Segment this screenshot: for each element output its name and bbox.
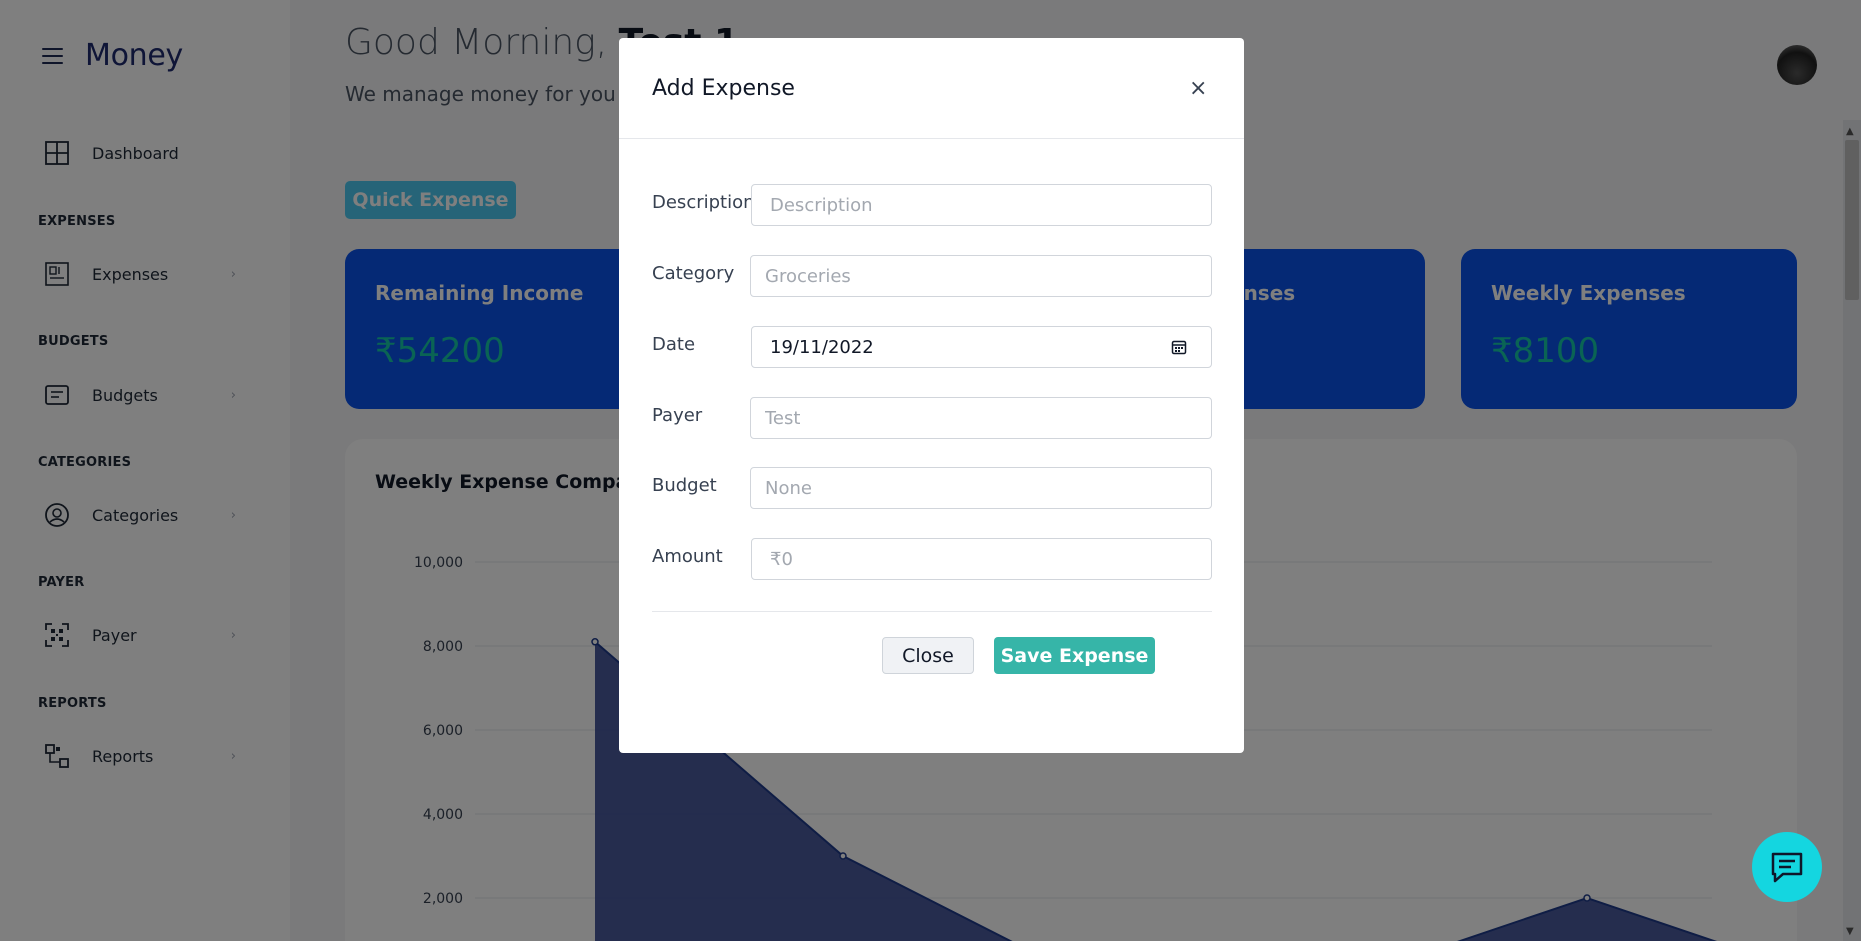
category-row: Category [652,255,1212,297]
modal-header: Add Expense × [619,38,1244,139]
amount-label: Amount [652,546,723,567]
date-row: Date [652,326,1212,368]
modal-divider [652,611,1212,612]
close-icon[interactable]: × [1189,76,1207,101]
close-button[interactable]: Close [882,637,974,674]
chat-button[interactable] [1752,832,1822,902]
date-input[interactable] [751,326,1212,368]
payer-select[interactable] [750,397,1212,439]
amount-input[interactable] [751,538,1212,580]
description-row: Description [652,184,1212,226]
date-label: Date [652,334,696,355]
save-expense-button[interactable]: Save Expense [994,637,1155,674]
amount-row: Amount [652,538,1212,580]
modal-title: Add Expense [652,76,795,101]
payer-row: Payer [652,397,1212,439]
budget-label: Budget [652,475,717,496]
add-expense-modal: Add Expense × Description Category Date … [619,38,1244,753]
description-label: Description [652,192,755,213]
chat-icon [1771,852,1803,883]
payer-label: Payer [652,405,703,426]
budget-select[interactable] [750,467,1212,509]
category-select[interactable] [750,255,1212,297]
category-label: Category [652,263,735,284]
budget-row: Budget [652,467,1212,509]
calendar-icon[interactable] [1171,339,1187,355]
description-input[interactable] [751,184,1212,226]
